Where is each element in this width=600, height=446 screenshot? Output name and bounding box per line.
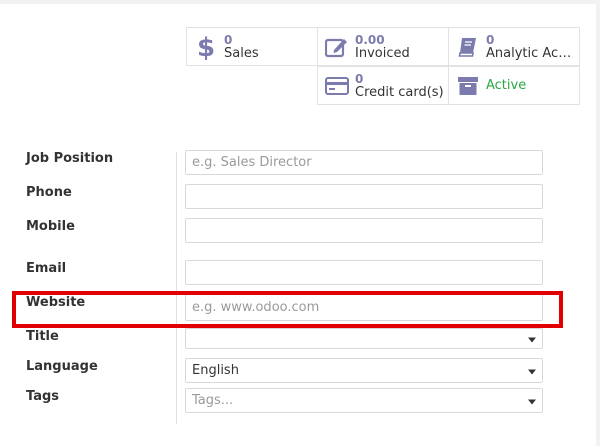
invoiced-label: Invoiced (355, 46, 410, 61)
dollar-icon: $ (193, 34, 219, 60)
tags-input[interactable]: Tags... (185, 388, 543, 413)
credit-cards-button[interactable]: 0 Credit card(s) (317, 66, 449, 105)
mobile-label: Mobile (26, 219, 75, 234)
active-status-label: Active (486, 78, 527, 93)
smart-button-box: $ 0 Sales 0.00 Invoiced 0 Analytic Acc… … (186, 27, 580, 106)
sales-label: Sales (224, 46, 259, 61)
job-position-input[interactable]: e.g. Sales Director (185, 150, 543, 175)
language-label: Language (26, 359, 98, 374)
credit-card-icon (324, 73, 350, 99)
mobile-input[interactable] (185, 218, 543, 243)
chevron-down-icon (528, 337, 536, 342)
analytic-accounts-button[interactable]: 0 Analytic Acc… (448, 27, 580, 66)
svg-text:$: $ (197, 34, 215, 60)
analytic-label: Analytic Acc… (486, 46, 578, 61)
credit-card-count: 0 (355, 71, 364, 86)
website-highlight-box (12, 291, 563, 328)
phone-label: Phone (26, 185, 72, 200)
credit-card-label: Credit card(s) (355, 85, 444, 100)
title-label: Title (26, 329, 59, 344)
tags-placeholder: Tags... (192, 393, 234, 408)
phone-input[interactable] (185, 184, 543, 209)
form-sheet: $ 0 Sales 0.00 Invoiced 0 Analytic Acc… … (0, 4, 596, 446)
form-divider (176, 152, 177, 424)
title-select[interactable] (185, 328, 543, 349)
job-position-label: Job Position (26, 151, 114, 166)
analytic-count: 0 (486, 32, 495, 47)
active-toggle-button[interactable]: Active (448, 66, 580, 105)
chevron-down-icon (528, 399, 536, 404)
sales-button[interactable]: $ 0 Sales (186, 27, 318, 66)
email-label: Email (26, 261, 67, 276)
tags-label: Tags (26, 389, 60, 404)
book-icon (455, 34, 481, 60)
sales-count: 0 (224, 32, 233, 47)
chevron-down-icon (528, 369, 536, 374)
archive-icon (455, 73, 481, 99)
invoiced-button[interactable]: 0.00 Invoiced (317, 27, 449, 66)
language-value: English (192, 363, 239, 378)
language-select[interactable]: English (185, 358, 543, 383)
email-input[interactable] (185, 260, 543, 285)
edit-icon (324, 34, 350, 60)
invoiced-amount: 0.00 (355, 32, 385, 47)
